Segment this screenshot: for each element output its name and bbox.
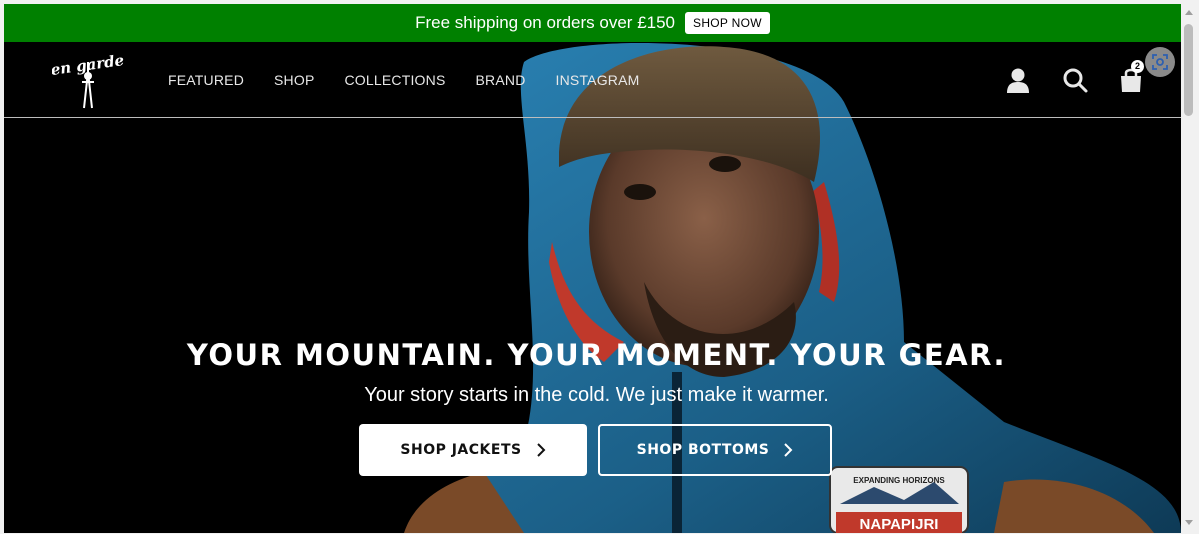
nav-instagram[interactable]: INSTAGRAM: [556, 72, 640, 88]
scroll-up-arrow[interactable]: [1185, 10, 1193, 15]
search-icon[interactable]: [1061, 66, 1089, 94]
patch-top-text: EXPANDING HORIZONS: [853, 476, 945, 485]
brand-logo[interactable]: en garde: [49, 51, 125, 110]
hero-subtitle: Your story starts in the cold. We just m…: [364, 384, 829, 406]
hero-title: YOUR MOUNTAIN. YOUR MOMENT. YOUR GEAR.: [186, 338, 1007, 372]
site-header: en garde FEATURED SHOP COLLECTIONS BRAND…: [4, 42, 1181, 118]
chevron-right-icon: [784, 443, 793, 457]
shop-bottoms-label: SHOP BOTTOMS: [636, 442, 770, 458]
announcement-bar: Free shipping on orders over £150 SHOP N…: [4, 4, 1181, 42]
shop-now-button[interactable]: SHOP NOW: [685, 12, 770, 34]
shop-jackets-label: SHOP JACKETS: [400, 442, 522, 458]
vertical-scrollbar[interactable]: [1181, 4, 1197, 533]
scroll-down-arrow[interactable]: [1185, 520, 1193, 525]
shop-bottoms-button[interactable]: SHOP BOTTOMS: [598, 424, 832, 476]
main-nav: FEATURED SHOP COLLECTIONS BRAND INSTAGRA…: [168, 42, 640, 117]
nav-brand[interactable]: BRAND: [476, 72, 526, 88]
nav-collections[interactable]: COLLECTIONS: [345, 72, 446, 88]
lens-search-icon[interactable]: [1145, 47, 1175, 77]
shop-jackets-button[interactable]: SHOP JACKETS: [359, 424, 587, 476]
nav-shop[interactable]: SHOP: [274, 72, 314, 88]
nav-featured[interactable]: FEATURED: [168, 72, 244, 88]
account-icon[interactable]: [1004, 66, 1032, 94]
cart-count-badge: 2: [1131, 60, 1144, 73]
chevron-right-icon: [536, 443, 546, 457]
announcement-text: Free shipping on orders over £150: [415, 13, 676, 32]
patch-brand-text: NAPAPIJRI: [860, 516, 939, 533]
browser-viewport: EXPANDING HORIZONS NAPAPIJRI Free shippi…: [4, 4, 1181, 533]
scroll-thumb[interactable]: [1184, 24, 1193, 116]
